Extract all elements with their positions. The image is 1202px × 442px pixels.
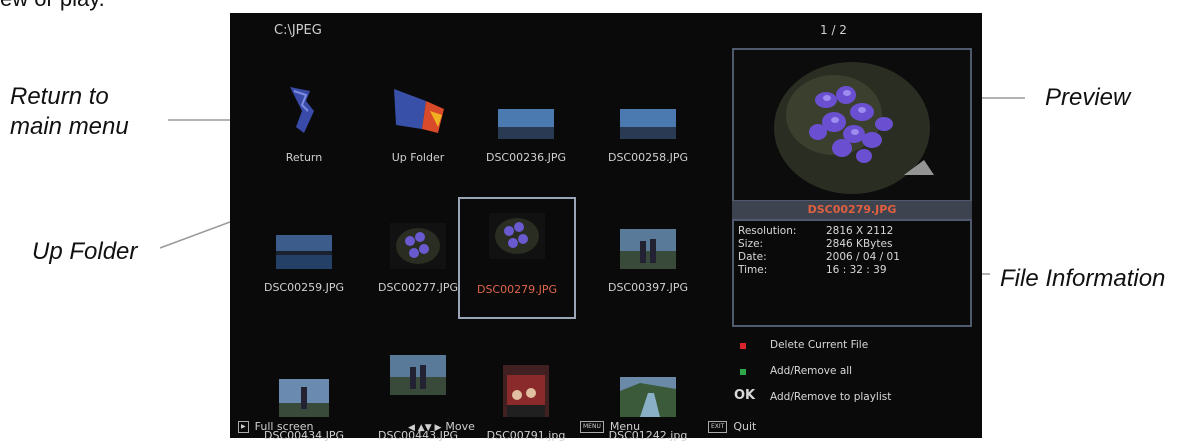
hint-move[interactable]: ◀ ▲▼ ▶ Move [408, 420, 475, 433]
landscape-thumbnail [620, 109, 676, 143]
thumbnail-item[interactable]: DSC00397.JPG [588, 189, 708, 299]
people-thumbnail [390, 355, 446, 399]
size-value: 2846 KBytes [826, 238, 893, 250]
flower-preview-image [734, 50, 970, 200]
thumbnail-item[interactable]: DSC00258.JPG [588, 43, 708, 164]
selected-file-name: DSC00279.JPG [732, 201, 972, 219]
arrow-keys-icon: ◀ ▲▼ ▶ [408, 423, 442, 433]
size-label: Size: [738, 238, 764, 250]
thumbnail-label: DSC00258.JPG [607, 151, 689, 164]
folder-path: C:\JPEG [274, 23, 322, 38]
lake-thumbnail [276, 235, 332, 273]
thumbnail-item[interactable]: Up Folder [358, 43, 478, 164]
hint-quit-label: Quit [733, 420, 757, 433]
play-key-icon: ▶ [238, 421, 249, 433]
preview-panel [732, 48, 972, 202]
legend-add-remove-playlist[interactable]: OK Add/Remove to playlist [730, 388, 980, 405]
ok-key: OK [734, 388, 756, 403]
green-button-icon [740, 369, 746, 375]
legend-delete[interactable]: Delete Current File [730, 339, 980, 353]
hint-full-screen-label: Full screen [254, 420, 314, 433]
thumbnail-label: DSC00279.JPG [476, 283, 558, 296]
legend-add-remove-playlist-label: Add/Remove to playlist [770, 391, 892, 403]
flower-thumbnail [489, 213, 545, 263]
flower-thumbnail [390, 223, 446, 273]
landscape-thumbnail [498, 109, 554, 143]
exit-key-icon: EXIT [708, 421, 728, 433]
legend-add-remove-all[interactable]: Add/Remove all [730, 365, 980, 379]
page-indicator: 1 / 2 [820, 23, 847, 37]
thumbnail-item[interactable]: DSC00259.JPG [244, 189, 364, 299]
thumbnail-label: Up Folder [391, 151, 445, 164]
thumbnail-item[interactable]: DSC00279.JPG [458, 197, 576, 319]
hint-move-label: Move [445, 420, 475, 433]
thumbnail-item[interactable]: Return [244, 43, 364, 164]
legend-add-remove-all-label: Add/Remove all [770, 365, 853, 377]
resolution-value: 2816 X 2112 [826, 225, 894, 237]
thumbnail-item[interactable]: DSC00236.JPG [466, 43, 586, 164]
hint-menu-label: Menu [609, 420, 641, 433]
group-thumbnail [503, 365, 549, 421]
thumbnail-label: DSC00236.JPG [485, 151, 567, 164]
time-value: 16 : 32 : 39 [826, 264, 887, 276]
date-label: Date: [738, 251, 767, 263]
thumbnail-label: Return [285, 151, 323, 164]
file-information-panel: Resolution: 2816 X 2112 Size: 2846 KByte… [732, 219, 972, 327]
up-folder-icon [386, 81, 450, 143]
hint-full-screen[interactable]: ▶ Full screen [238, 420, 314, 433]
return-arrow-icon [280, 81, 328, 143]
red-button-icon [740, 343, 746, 349]
legend-delete-label: Delete Current File [770, 339, 869, 351]
time-label: Time: [738, 264, 768, 276]
media-browser-screen: C:\JPEG 1 / 2 Return Up Folder DSC00236.JP… [230, 13, 982, 442]
thumbnail-label: DSC00259.JPG [263, 281, 345, 294]
resolution-label: Resolution: [738, 225, 797, 237]
hint-menu[interactable]: MENU Menu [580, 420, 640, 433]
hint-quit[interactable]: EXIT Quit [708, 420, 756, 433]
people-thumbnail [620, 229, 676, 273]
bottom-hint-bar: ▶ Full screen ◀ ▲▼ ▶ Move MENU Menu EXIT Qui… [230, 415, 982, 437]
date-value: 2006 / 04 / 01 [826, 251, 900, 263]
thumbnail-label: DSC00397.JPG [607, 281, 689, 294]
menu-key-icon: MENU [580, 421, 604, 433]
